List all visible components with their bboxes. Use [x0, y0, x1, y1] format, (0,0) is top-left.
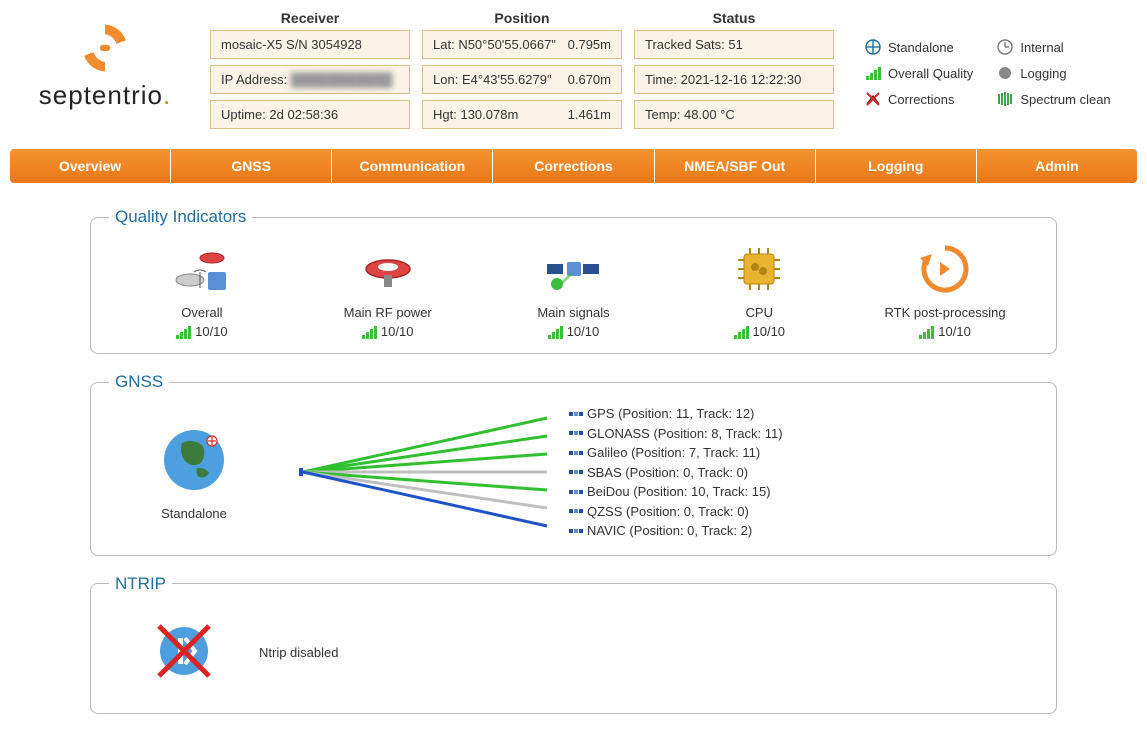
overall-icon — [122, 239, 282, 299]
gnss-row-galileo: Galileo (Position: 7, Track: 11) — [569, 443, 783, 463]
position-lat: Lat: N50°50'55.0667"0.795m — [422, 30, 622, 59]
gnss-lines — [299, 412, 549, 532]
legend-corrections-label: Corrections — [888, 92, 954, 107]
globe-icon — [157, 423, 231, 497]
satellite-small-icon — [569, 465, 583, 479]
status-time: Time: 2021-12-16 12:22:30 — [634, 65, 834, 94]
legend-logging-label: Logging — [1020, 66, 1066, 81]
antenna-cross-icon — [864, 90, 882, 108]
nav-logging[interactable]: Logging — [816, 149, 977, 183]
legend-logging: Logging — [996, 64, 1110, 82]
rtk-refresh-icon — [865, 239, 1025, 299]
status-column: Status Tracked Sats: 51 Time: 2021-12-16… — [634, 10, 834, 135]
header-area: septentrio. Receiver mosaic-X5 S/N 30549… — [0, 0, 1147, 135]
quality-panel: Quality Indicators Overall 10/10 Main RF… — [90, 207, 1057, 354]
legend-block: Standalone Internal Overall Quality Logg… — [864, 10, 1111, 108]
qi-cpu: CPU 10/10 — [679, 239, 839, 339]
gnss-row-glonass: GLONASS (Position: 8, Track: 11) — [569, 424, 783, 444]
legend-spectrum: Spectrum clean — [996, 90, 1110, 108]
septentrio-logo-icon — [79, 22, 131, 74]
gnss-row-beidou: BeiDou (Position: 10, Track: 15) — [569, 482, 783, 502]
nav-nmea[interactable]: NMEA/SBF Out — [655, 149, 816, 183]
legend-spectrum-label: Spectrum clean — [1020, 92, 1110, 107]
legend-overall: Overall Quality — [864, 64, 978, 82]
status-title: Status — [713, 10, 756, 26]
legend-internal: Internal — [996, 38, 1110, 56]
record-dot-icon — [996, 64, 1014, 82]
qi-signals: Main signals 10/10 — [493, 239, 653, 339]
ntrip-status-text: Ntrip disabled — [259, 645, 339, 660]
ntrip-disabled-icon — [149, 616, 219, 689]
nav-gnss[interactable]: GNSS — [171, 149, 332, 183]
clock-icon — [996, 38, 1014, 56]
status-temp: Temp: 48.00 °C — [634, 100, 834, 129]
main-nav: Overview GNSS Communication Corrections … — [10, 149, 1137, 183]
satellite-small-icon — [569, 504, 583, 518]
position-hgt: Hgt: 130.078m1.461m — [422, 100, 622, 129]
status-sats: Tracked Sats: 51 — [634, 30, 834, 59]
header-info: Receiver mosaic-X5 S/N 3054928 IP Addres… — [210, 10, 834, 135]
spectrum-icon — [996, 90, 1014, 108]
gnss-row-navic: NAVIC (Position: 0, Track: 2) — [569, 521, 783, 541]
gnss-mode: Standalone — [109, 423, 279, 521]
crosshair-icon — [864, 38, 882, 56]
legend-internal-label: Internal — [1020, 40, 1063, 55]
nav-overview[interactable]: Overview — [10, 149, 171, 183]
signal-bars-icon — [362, 325, 377, 339]
signal-bars-icon — [548, 325, 563, 339]
signal-bars-icon — [734, 325, 749, 339]
position-lon: Lon: E4°43'55.6279"0.670m — [422, 65, 622, 94]
receiver-model: mosaic-X5 S/N 3054928 — [210, 30, 410, 59]
satellite-small-icon — [569, 446, 583, 460]
gnss-row-gps: GPS (Position: 11, Track: 12) — [569, 404, 783, 424]
position-title: Position — [494, 10, 549, 26]
qi-rf-power: Main RF power 10/10 — [308, 239, 468, 339]
legend-standalone-label: Standalone — [888, 40, 954, 55]
satellite-small-icon — [569, 485, 583, 499]
receiver-title: Receiver — [281, 10, 339, 26]
gnss-title: GNSS — [109, 372, 169, 392]
satellite-small-icon — [569, 407, 583, 421]
satellite-icon — [493, 239, 653, 299]
gnss-row-qzss: QZSS (Position: 0, Track: 0) — [569, 502, 783, 522]
gnss-constellations: GPS (Position: 11, Track: 12)GLONASS (Po… — [569, 404, 783, 541]
receiver-ip: IP Address: ███████████ — [210, 65, 410, 94]
antenna-icon — [308, 239, 468, 299]
signal-bars-icon — [864, 64, 882, 82]
nav-corrections[interactable]: Corrections — [493, 149, 654, 183]
gnss-panel: GNSS Standalone GPS (Position: 11, Track… — [90, 372, 1057, 556]
gnss-row-sbas: SBAS (Position: 0, Track: 0) — [569, 463, 783, 483]
signal-bars-icon — [176, 325, 191, 339]
brand-logo: septentrio. — [10, 10, 200, 111]
quality-title: Quality Indicators — [109, 207, 252, 227]
satellite-small-icon — [569, 524, 583, 538]
legend-standalone: Standalone — [864, 38, 978, 56]
legend-corrections: Corrections — [864, 90, 978, 108]
position-column: Position Lat: N50°50'55.0667"0.795m Lon:… — [422, 10, 622, 135]
nav-admin[interactable]: Admin — [977, 149, 1137, 183]
brand-name: septentrio. — [10, 80, 200, 111]
ntrip-panel: NTRIP Ntrip disabled — [90, 574, 1057, 714]
qi-overall: Overall 10/10 — [122, 239, 282, 339]
cpu-chip-icon — [679, 239, 839, 299]
qi-rtk: RTK post-processing 10/10 — [865, 239, 1025, 339]
receiver-uptime: Uptime: 2d 02:58:36 — [210, 100, 410, 129]
ntrip-title: NTRIP — [109, 574, 172, 594]
receiver-column: Receiver mosaic-X5 S/N 3054928 IP Addres… — [210, 10, 410, 135]
satellite-small-icon — [569, 426, 583, 440]
signal-bars-icon — [919, 325, 934, 339]
legend-overall-label: Overall Quality — [888, 66, 973, 81]
nav-communication[interactable]: Communication — [332, 149, 493, 183]
